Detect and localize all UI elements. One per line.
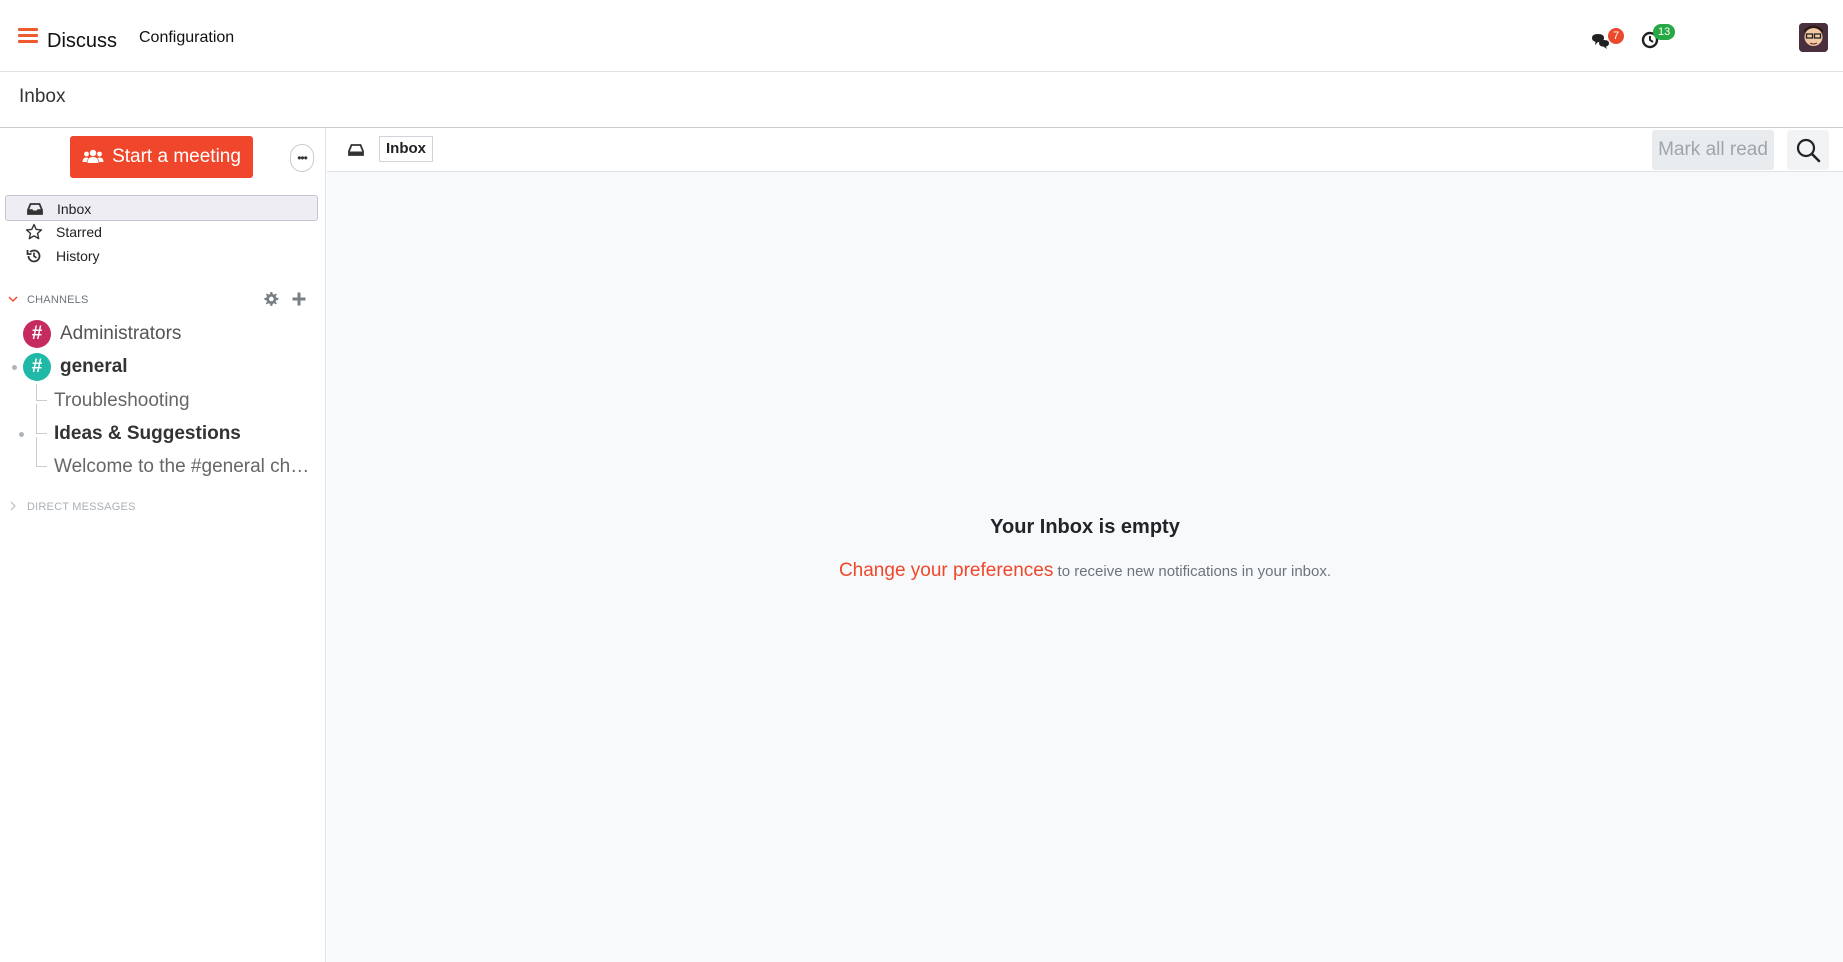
- channel-label: general: [60, 356, 128, 377]
- chevron-right-icon[interactable]: [8, 501, 18, 511]
- empty-inbox-message: Change your preferences to receive new n…: [327, 560, 1843, 582]
- thread-tree-line: [36, 384, 47, 401]
- mailbox-inbox[interactable]: Inbox: [5, 195, 318, 221]
- thread-view: Inbox Mark all read Your Inbox is empty …: [327, 128, 1843, 962]
- add-channel-icon[interactable]: [291, 291, 307, 307]
- empty-inbox-text: to receive new notifications in your inb…: [1053, 563, 1332, 580]
- users-icon: [82, 149, 104, 163]
- search-icon: [1796, 138, 1821, 163]
- menu-configuration[interactable]: Configuration: [139, 29, 234, 47]
- channel-general[interactable]: # general: [0, 351, 326, 381]
- empty-inbox-title: Your Inbox is empty: [990, 516, 1180, 538]
- start-meeting-button[interactable]: Start a meeting: [70, 136, 253, 178]
- messages-count-badge: 7: [1608, 28, 1625, 44]
- thread-tree-line: [36, 404, 47, 434]
- direct-messages-category-header: DIRECT MESSAGES: [0, 496, 326, 518]
- activities-count-badge: 13: [1653, 24, 1676, 40]
- app-name[interactable]: Discuss: [47, 30, 117, 53]
- channel-administrators[interactable]: # Administrators: [0, 318, 326, 348]
- ellipsis-icon: •••: [297, 151, 308, 165]
- activities-button[interactable]: 13: [1638, 24, 1678, 56]
- user-avatar[interactable]: [1799, 23, 1828, 52]
- thread-ideas-suggestions[interactable]: Ideas & Suggestions: [0, 404, 326, 447]
- mailbox-label: Inbox: [57, 201, 92, 217]
- breadcrumb: Inbox: [19, 86, 66, 107]
- channels-header-label[interactable]: CHANNELS: [27, 294, 89, 306]
- mailbox-label: Starred: [56, 224, 102, 240]
- direct-messages-header-label[interactable]: DIRECT MESSAGES: [27, 501, 136, 513]
- star-icon: [25, 223, 43, 240]
- control-panel: Inbox: [0, 72, 1843, 128]
- mailbox-starred[interactable]: Starred: [5, 219, 318, 245]
- thread-tree-line: [36, 437, 47, 467]
- thread-label: Welcome to the #general channel: [54, 456, 312, 477]
- channel-label: Administrators: [60, 323, 182, 344]
- mailbox-history[interactable]: History: [5, 243, 318, 269]
- thread-header: Inbox Mark all read: [327, 128, 1843, 172]
- thread-name: Inbox: [379, 136, 433, 162]
- mailbox-label: History: [56, 248, 100, 264]
- channel-hash-icon: #: [23, 353, 51, 381]
- unread-indicator: [19, 432, 24, 437]
- search-button[interactable]: [1787, 130, 1829, 170]
- channels-category-header: CHANNELS: [0, 289, 326, 311]
- unread-indicator: [12, 365, 17, 370]
- thread-troubleshooting[interactable]: Troubleshooting: [0, 384, 326, 414]
- thread-label: Ideas & Suggestions: [54, 423, 241, 444]
- change-preferences-link[interactable]: Change your preferences: [839, 560, 1053, 581]
- chevron-down-icon[interactable]: [8, 294, 18, 304]
- inbox-icon: [348, 144, 364, 156]
- more-options-button[interactable]: •••: [290, 144, 314, 172]
- mark-all-read-button[interactable]: Mark all read: [1652, 130, 1774, 170]
- thread-welcome-general[interactable]: Welcome to the #general channel: [0, 437, 326, 480]
- history-icon: [26, 249, 41, 263]
- channel-hash-icon: #: [23, 320, 51, 348]
- top-navbar: Discuss Configuration 7 13: [0, 0, 1843, 72]
- messages-button[interactable]: 7: [1590, 28, 1630, 58]
- user-avatar-icon: [1799, 23, 1828, 52]
- start-meeting-label: Start a meeting: [112, 146, 241, 167]
- inbox-icon: [27, 203, 43, 215]
- gear-icon[interactable]: [263, 291, 279, 307]
- thread-label: Troubleshooting: [54, 390, 190, 411]
- hamburger-menu-icon[interactable]: [18, 28, 38, 44]
- discuss-sidebar: Start a meeting ••• Inbox Starred Histor…: [0, 128, 326, 962]
